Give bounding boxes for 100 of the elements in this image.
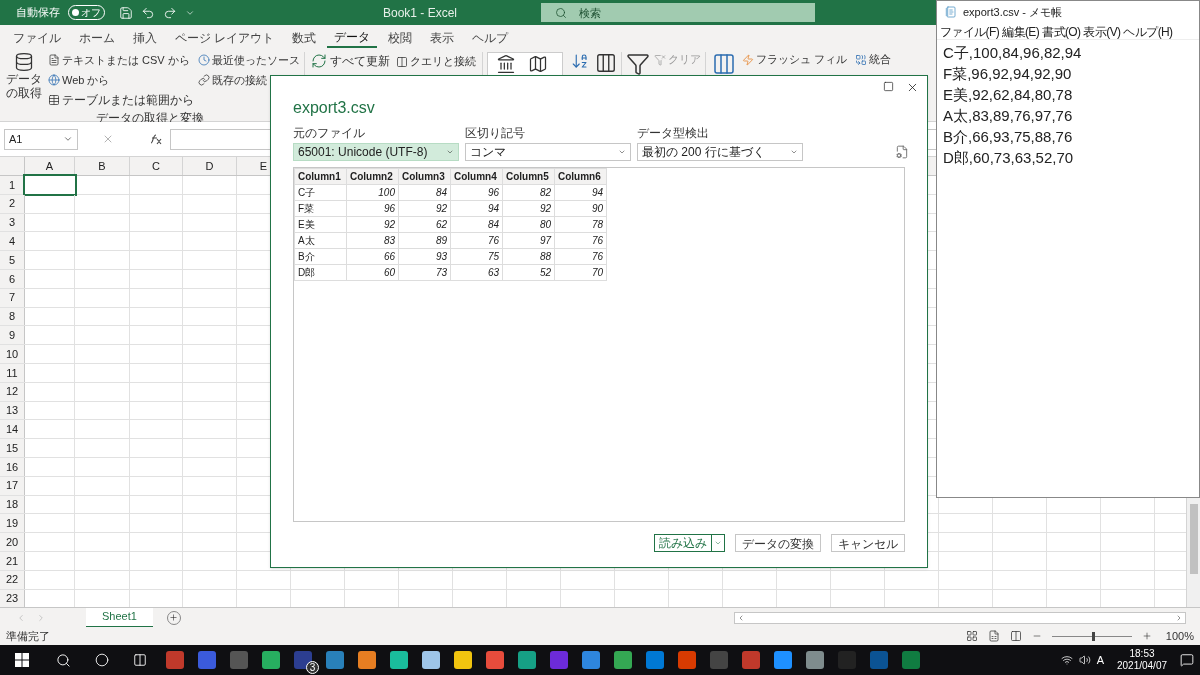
ribbon-tab[interactable]: ファイル: [6, 27, 68, 48]
close-icon[interactable]: [906, 81, 919, 94]
ribbon-button[interactable]: 統合: [855, 52, 892, 67]
table-cell: 66: [346, 248, 399, 265]
ime-indicator[interactable]: A: [1096, 651, 1104, 669]
plus-icon: [169, 613, 179, 622]
selected-cell[interactable]: [25, 176, 75, 194]
caret-icon: [63, 134, 73, 144]
ribbon-button[interactable]: 既存の接続: [198, 71, 300, 88]
document-icon: [48, 54, 60, 67]
row-header: 15: [5, 440, 19, 456]
column-header: Column5: [502, 168, 555, 185]
table-cell: 92: [398, 200, 451, 217]
search-field[interactable]: 検索: [541, 3, 815, 22]
ribbon-button[interactable]: フラッシュ フィル: [742, 52, 848, 67]
refresh-preview-icon[interactable]: [895, 145, 909, 159]
normal-view-icon[interactable]: [965, 630, 978, 642]
volume-icon: [1078, 654, 1091, 666]
ribbon-button[interactable]: クエリと接続: [396, 54, 476, 69]
menu-item[interactable]: ファイル(F): [940, 23, 1000, 39]
row-header: 5: [8, 252, 16, 268]
table-cell: 78: [554, 216, 607, 233]
dialog-button[interactable]: キャンセル: [831, 534, 905, 552]
table-cell: 76: [450, 232, 503, 249]
menu-item[interactable]: 書式(O): [1042, 23, 1081, 39]
text-line: C子,100,84,96,82,94: [943, 43, 1083, 63]
dropdown[interactable]: 最初の 200 行に基づく: [637, 143, 803, 161]
scroll-right-icon: [1175, 613, 1183, 622]
cancel-icon: [102, 133, 114, 145]
wifi-icon: [1060, 654, 1073, 666]
ribbon-tab[interactable]: ページ レイアウト: [168, 27, 282, 48]
table-cell: 94: [554, 184, 607, 201]
globe-icon: [48, 73, 60, 86]
row-header: 1: [8, 177, 16, 193]
zoom-slider[interactable]: [1051, 631, 1132, 641]
row-header: 19: [5, 516, 19, 531]
notification-icon[interactable]: [1180, 653, 1194, 667]
load-button[interactable]: 読み込み: [654, 534, 725, 552]
row-header: 14: [5, 422, 19, 437]
ribbon-button[interactable]: Web から: [48, 71, 194, 88]
table-cell: 60: [346, 264, 399, 281]
ribbon-tab[interactable]: 数式: [285, 27, 324, 48]
clock-date: 2021/04/07: [1116, 660, 1168, 672]
redo-icon[interactable]: [163, 5, 177, 20]
row-header: 18: [5, 497, 19, 513]
table-cell: E美: [294, 216, 347, 233]
row-header: 4: [8, 234, 16, 250]
refresh-all-button[interactable]: すべて更新: [311, 52, 390, 70]
dialog-title: export3.csv: [293, 98, 376, 118]
window-title: export3.csv - メモ帳: [963, 4, 1063, 20]
refresh-icon: [311, 53, 327, 69]
page-break-icon[interactable]: [1009, 630, 1022, 642]
ribbon-tab[interactable]: ヘルプ: [465, 27, 516, 48]
row-header: 12: [5, 384, 19, 400]
table-cell: 93: [398, 248, 451, 265]
ribbon-tab[interactable]: ホーム: [72, 27, 122, 48]
table-cell: B介: [294, 248, 347, 265]
filter-icon[interactable]: [626, 52, 650, 76]
table-cell: 73: [398, 264, 451, 281]
row-header: 7: [8, 290, 16, 306]
table-cell: 76: [554, 232, 607, 249]
ribbon-button[interactable]: テーブルまたは範囲から: [48, 91, 194, 109]
table-cell: 75: [450, 248, 503, 265]
column-header: Column2: [346, 168, 399, 185]
dropdown[interactable]: 65001: Unicode (UTF-8): [293, 143, 459, 161]
horizontal-scrollbar[interactable]: [734, 611, 1186, 624]
window-title: Book1 - Excel: [383, 4, 459, 22]
menu-item[interactable]: 表示(V): [1083, 23, 1121, 39]
column-header: C: [152, 158, 160, 174]
undo-icon[interactable]: [141, 5, 155, 20]
ribbon-tab[interactable]: 挿入: [126, 27, 164, 48]
ribbon-tab[interactable]: 校閲: [381, 27, 420, 48]
column-header: B: [98, 158, 106, 174]
ribbon-button[interactable]: 最近使ったソース: [198, 52, 300, 69]
sheet-tab[interactable]: Sheet1: [86, 607, 153, 628]
search-icon[interactable]: [56, 652, 71, 668]
row-header: 3: [8, 215, 16, 231]
table-cell: 89: [398, 232, 451, 249]
caret-icon: [790, 148, 798, 156]
column-header: D: [205, 158, 214, 174]
name-box[interactable]: A1: [4, 128, 78, 150]
sort-icon[interactable]: [571, 52, 589, 70]
menu-item[interactable]: ヘルプ(H): [1123, 23, 1173, 39]
ribbon-tab[interactable]: 表示: [423, 27, 462, 48]
filter-clear-icon: [654, 53, 666, 66]
table-cell: 96: [450, 184, 503, 201]
column-header: A: [45, 158, 54, 174]
page-layout-icon[interactable]: [987, 630, 1000, 642]
dropdown[interactable]: コンマ: [465, 143, 631, 161]
maximize-icon[interactable]: [883, 81, 894, 92]
zoom-in-icon[interactable]: [1141, 631, 1152, 641]
ribbon-button[interactable]: テキストまたは CSV から: [48, 52, 194, 69]
row-header: 16: [5, 459, 19, 475]
get-data-button[interactable]: データの取得: [4, 52, 44, 109]
text-line: F菜,96,92,94,92,90: [943, 64, 1073, 84]
table-cell: 63: [450, 264, 503, 281]
save-icon[interactable]: [119, 5, 133, 20]
text-to-columns-icon[interactable]: [712, 52, 736, 76]
menu-item[interactable]: 編集(E): [1002, 23, 1040, 39]
dialog-button[interactable]: データの変換: [735, 534, 821, 552]
